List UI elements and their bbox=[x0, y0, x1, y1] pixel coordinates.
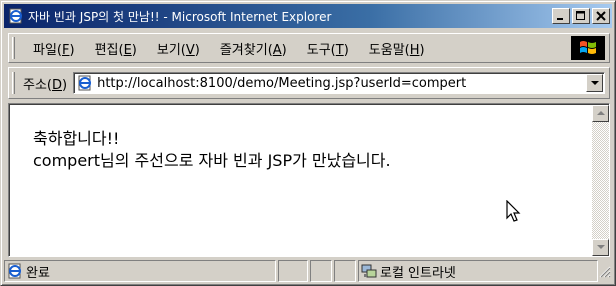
page-viewport: 축하합니다!! compert님의 주선으로 자바 빈과 JSP가 만났습니다. bbox=[8, 103, 610, 257]
menu-tools[interactable]: 도구(T) bbox=[297, 39, 359, 58]
address-input[interactable]: http://localhost:8100/demo/Meeting.jsp?u… bbox=[73, 72, 605, 94]
window-title: 자바 빈과 JSP의 첫 만남!! - Microsoft Internet E… bbox=[28, 9, 332, 24]
scroll-up-button[interactable] bbox=[592, 105, 609, 122]
status-panel-progress bbox=[278, 260, 308, 282]
minimize-button[interactable] bbox=[552, 8, 570, 24]
maximize-button[interactable] bbox=[572, 8, 590, 24]
menu-favorites[interactable]: 즐겨찾기(A) bbox=[210, 39, 297, 58]
status-panel-zone: 로컬 인트라넷 bbox=[358, 260, 598, 282]
network-computer-icon bbox=[361, 263, 377, 279]
status-text: 완료 bbox=[26, 265, 50, 281]
congrats-heading: 축하합니다!! bbox=[33, 129, 120, 148]
menu-edit[interactable]: 편집(E) bbox=[85, 39, 147, 58]
vertical-scrollbar[interactable] bbox=[592, 105, 609, 256]
toolbar-grip[interactable] bbox=[12, 72, 15, 94]
windows-logo-icon bbox=[571, 36, 605, 60]
status-bar: 완료 로컬 인트라넷 bbox=[4, 260, 612, 282]
address-label: 주소(D) bbox=[23, 77, 68, 93]
status-panel-main: 완료 bbox=[4, 260, 276, 282]
toolbar-grip[interactable] bbox=[12, 37, 15, 59]
menu-bar: 파일(F) 편집(E) 보기(V) 즐겨찾기(A) 도구(T) 도움말(H) bbox=[8, 33, 610, 63]
address-bar: 주소(D) http://localhost:8100/demo/Meeting… bbox=[8, 67, 610, 99]
status-panel-extra bbox=[334, 260, 356, 282]
chevron-down-icon bbox=[590, 80, 599, 85]
close-button[interactable] bbox=[592, 8, 610, 24]
page-content: 축하합니다!! compert님의 주선으로 자바 빈과 JSP가 만났습니다. bbox=[11, 106, 591, 256]
meeting-message: compert님의 주선으로 자바 빈과 JSP가 만났습니다. bbox=[33, 151, 391, 170]
ie-page-icon[interactable] bbox=[8, 8, 24, 24]
ie-page-icon bbox=[7, 263, 23, 279]
security-zone-label: 로컬 인트라넷 bbox=[380, 265, 456, 281]
arrow-down-icon bbox=[596, 245, 605, 249]
browser-window: 자바 빈과 JSP의 첫 만남!! - Microsoft Internet E… bbox=[0, 0, 616, 286]
menu-help[interactable]: 도움말(H) bbox=[359, 39, 435, 58]
address-url[interactable]: http://localhost:8100/demo/Meeting.jsp?u… bbox=[97, 76, 586, 91]
scroll-down-button[interactable] bbox=[592, 239, 609, 256]
ie-page-icon bbox=[77, 75, 93, 91]
status-panel-lock bbox=[310, 260, 332, 282]
title-bar[interactable]: 자바 빈과 JSP의 첫 만남!! - Microsoft Internet E… bbox=[4, 4, 612, 28]
menu-file[interactable]: 파일(F) bbox=[23, 39, 85, 58]
mouse-pointer-icon bbox=[506, 199, 522, 227]
arrow-up-icon bbox=[596, 111, 605, 115]
menu-view[interactable]: 보기(V) bbox=[147, 39, 210, 58]
window-controls bbox=[550, 8, 610, 24]
resize-grip-icon[interactable] bbox=[599, 266, 611, 281]
address-dropdown-button[interactable] bbox=[586, 74, 603, 92]
